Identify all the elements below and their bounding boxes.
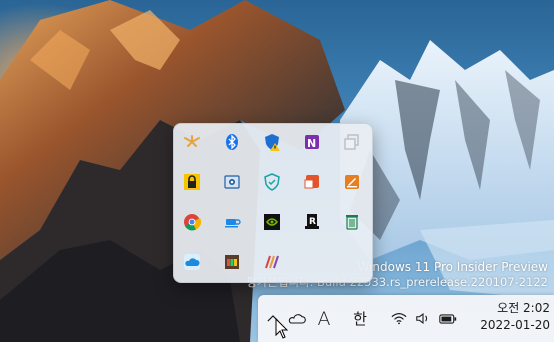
security-shield-warning-icon[interactable] — [254, 124, 290, 160]
shield-check-icon[interactable] — [254, 164, 290, 200]
presentation-icon[interactable] — [294, 164, 330, 200]
coffee-cup-icon[interactable] — [214, 204, 250, 240]
recycle-bin-icon[interactable] — [334, 204, 370, 240]
tray-icon-grid: N R — [174, 124, 372, 282]
svg-text:N: N — [307, 137, 316, 150]
onenote-icon[interactable]: N — [294, 124, 330, 160]
camera-app-icon[interactable] — [214, 164, 250, 200]
app-orange-icon[interactable] — [174, 124, 210, 160]
chrome-icon[interactable] — [174, 204, 210, 240]
onedrive-cloud-icon[interactable] — [174, 244, 210, 280]
clock-date: 2022-01-20 — [480, 318, 550, 332]
system-tray: A 한 오전 2:02 2022-01-20 — [258, 295, 554, 342]
mouse-cursor-icon — [275, 318, 289, 339]
volume-button[interactable] — [413, 295, 433, 342]
battery-icon — [439, 313, 457, 324]
lock-icon[interactable] — [174, 164, 210, 200]
r-app-icon[interactable]: R — [294, 204, 330, 240]
input-language-indicator[interactable]: 한 — [348, 295, 372, 342]
cloud-icon — [288, 314, 306, 324]
windows-edition-text: Windows 11 Pro Insider Preview — [357, 260, 548, 274]
battery-button[interactable] — [436, 295, 460, 342]
network-button[interactable] — [389, 295, 409, 342]
colorful-app-icon[interactable] — [214, 244, 250, 280]
svg-text:R: R — [309, 217, 316, 227]
input-mode-indicator[interactable]: A — [313, 295, 335, 342]
striped-app-icon[interactable] — [254, 244, 290, 280]
bluetooth-icon[interactable] — [214, 124, 250, 160]
hidden-icons-flyout: N R — [173, 123, 373, 283]
clock-time: 오전 2:02 — [497, 301, 550, 315]
copy-window-icon[interactable] — [334, 124, 370, 160]
clock-button[interactable]: 오전 2:02 2022-01-20 — [468, 300, 550, 334]
edit-app-icon[interactable] — [334, 164, 370, 200]
speaker-icon — [416, 312, 428, 325]
nvidia-icon[interactable] — [254, 204, 290, 240]
wifi-icon — [391, 313, 407, 325]
